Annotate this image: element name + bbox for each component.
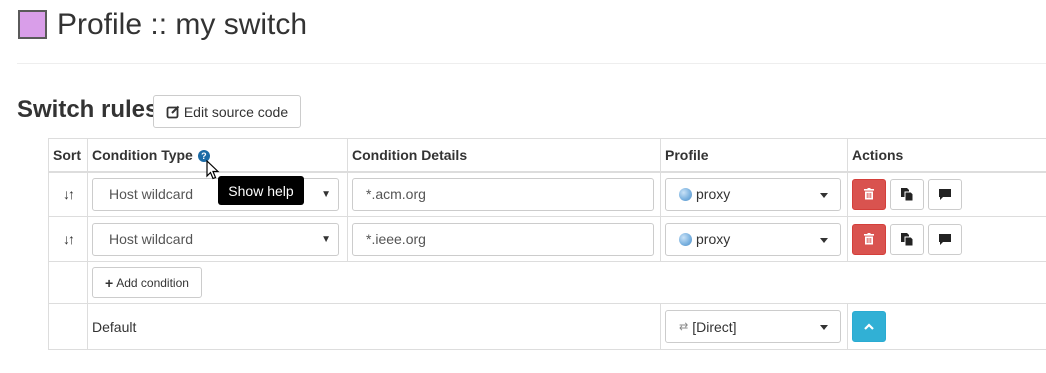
chevron-down-icon: [820, 237, 828, 243]
comment-icon: [939, 233, 951, 245]
rule-profile-select[interactable]: proxy: [665, 177, 841, 211]
chevron-up-icon: [864, 323, 874, 330]
switch-rules-title: Switch rules: [17, 96, 159, 123]
comment-icon: [939, 188, 951, 200]
condition-type-select[interactable]: Host wildcard ▼: [92, 222, 339, 256]
dropdown-arrow-icon: ▼: [321, 233, 331, 245]
column-header-profile: Profile: [660, 138, 848, 173]
rule-profile-select[interactable]: proxy: [665, 222, 841, 256]
copy-icon: [901, 232, 913, 246]
default-rule-row: Default ⇄ [Direct]: [48, 303, 1046, 350]
edit-icon: [166, 105, 180, 118]
default-label: Default: [92, 318, 137, 335]
note-rule-button[interactable]: [928, 223, 962, 255]
page-title: Profile :: my switch: [57, 8, 308, 41]
help-tooltip: Show help: [218, 176, 304, 205]
default-profile-select[interactable]: ⇄ [Direct]: [665, 310, 841, 343]
dropdown-arrow-icon: ▼: [321, 188, 331, 200]
page-header: Profile :: my switch: [17, 0, 1046, 64]
chevron-down-icon: [820, 192, 828, 198]
profile-color-swatch[interactable]: [18, 10, 47, 39]
switch-rules-table: Sort Condition Type? Condition Details P…: [48, 138, 1046, 350]
rule-row: ↓↑ Host wildcard ▼ *.ieee.org proxy: [48, 216, 1046, 262]
clone-rule-button[interactable]: [890, 178, 924, 210]
move-up-button[interactable]: [852, 311, 886, 342]
note-rule-button[interactable]: [928, 178, 962, 210]
mouse-cursor-icon: [206, 160, 220, 180]
column-header-condition-details: Condition Details: [347, 138, 661, 173]
sort-handle-icon[interactable]: ↓↑: [63, 186, 75, 202]
transfer-icon: ⇄: [679, 321, 688, 333]
add-condition-button[interactable]: + Add condition: [92, 267, 202, 298]
sort-handle-icon[interactable]: ↓↑: [63, 231, 75, 247]
trash-icon: [864, 233, 874, 245]
edit-source-code-button[interactable]: Edit source code: [153, 95, 301, 128]
clone-rule-button[interactable]: [890, 223, 924, 255]
column-header-sort: Sort: [48, 138, 88, 173]
trash-icon: [864, 188, 874, 200]
plus-icon: +: [105, 274, 114, 291]
add-condition-label: Add condition: [116, 275, 189, 290]
copy-icon: [901, 187, 913, 201]
add-condition-row: + Add condition: [48, 261, 1046, 304]
globe-icon: [679, 232, 692, 246]
rule-row: ↓↑ Host wildcard ▼ *.acm.org proxy: [48, 171, 1046, 217]
edit-source-code-label: Edit source code: [183, 103, 289, 120]
chevron-down-icon: [820, 325, 828, 330]
delete-rule-button[interactable]: [852, 178, 886, 210]
column-header-actions: Actions: [847, 138, 1046, 173]
condition-details-input[interactable]: *.ieee.org: [352, 222, 654, 256]
condition-details-input[interactable]: *.acm.org: [352, 177, 654, 211]
delete-rule-button[interactable]: [852, 223, 886, 255]
globe-icon: [679, 187, 692, 201]
